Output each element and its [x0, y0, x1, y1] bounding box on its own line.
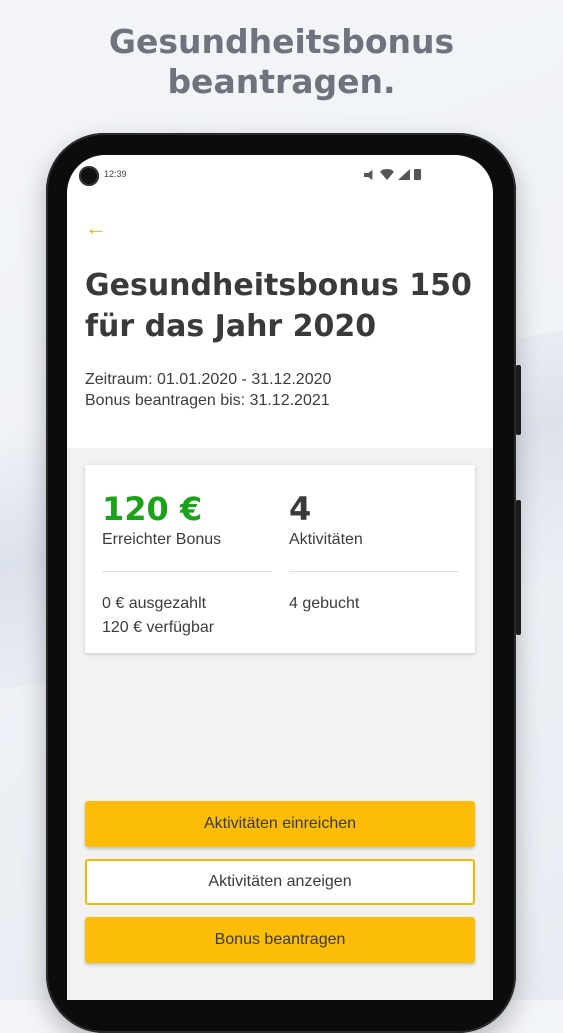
- signal-icon: [398, 169, 410, 180]
- wifi-icon: [380, 169, 394, 180]
- bonus-meta: Zeitraum: 01.01.2020 - 31.12.2020 Bonus …: [85, 369, 331, 411]
- activities-details: 4 gebucht: [289, 592, 359, 616]
- activities-booked: 4 gebucht: [289, 595, 360, 612]
- bonus-paid: 0 € ausgezahlt: [102, 595, 207, 612]
- phone-side-button: [516, 500, 521, 635]
- period-text: Zeitraum: 01.01.2020 - 31.12.2020: [85, 371, 332, 388]
- mute-icon: [364, 170, 373, 180]
- summary-card: 120 € Erreichter Bonus 0 € ausgezahlt 12…: [85, 465, 475, 653]
- bonus-available: 120 € verfügbar: [102, 619, 215, 636]
- status-icons: [364, 168, 421, 180]
- bonus-value: 120 €: [102, 490, 203, 528]
- bonus-label: Erreichter Bonus: [102, 531, 222, 548]
- bonus-details: 0 € ausgezahlt 120 € verfügbar: [102, 592, 214, 640]
- app-screen: 12:39 ← Gesundheitsbonus 150 für das Jah…: [67, 155, 493, 1000]
- show-activities-button[interactable]: Aktivitäten anzeigen: [85, 859, 475, 905]
- battery-icon: [414, 169, 421, 180]
- phone-side-button: [516, 365, 521, 435]
- arrow-left-icon[interactable]: ←: [85, 215, 111, 241]
- activities-value: 4: [289, 490, 312, 528]
- apply-bonus-button[interactable]: Bonus beantragen: [85, 917, 475, 963]
- divider: [289, 571, 459, 572]
- status-time: 12:39: [104, 169, 127, 179]
- status-bar: 12:39: [67, 155, 493, 195]
- headline-line-2: beantragen.: [167, 62, 396, 101]
- deadline-text: Bonus beantragen bis: 31.12.2021: [85, 392, 330, 409]
- promo-headline: Gesundheitsbonus beantragen.: [0, 22, 563, 102]
- submit-activities-button[interactable]: Aktivitäten einreichen: [85, 801, 475, 847]
- camera-icon: [79, 166, 99, 186]
- page-title: Gesundheitsbonus 150 für das Jahr 2020: [85, 268, 472, 344]
- headline-line-1: Gesundheitsbonus: [108, 22, 455, 61]
- divider: [102, 571, 272, 572]
- activities-label: Aktivitäten: [289, 531, 363, 548]
